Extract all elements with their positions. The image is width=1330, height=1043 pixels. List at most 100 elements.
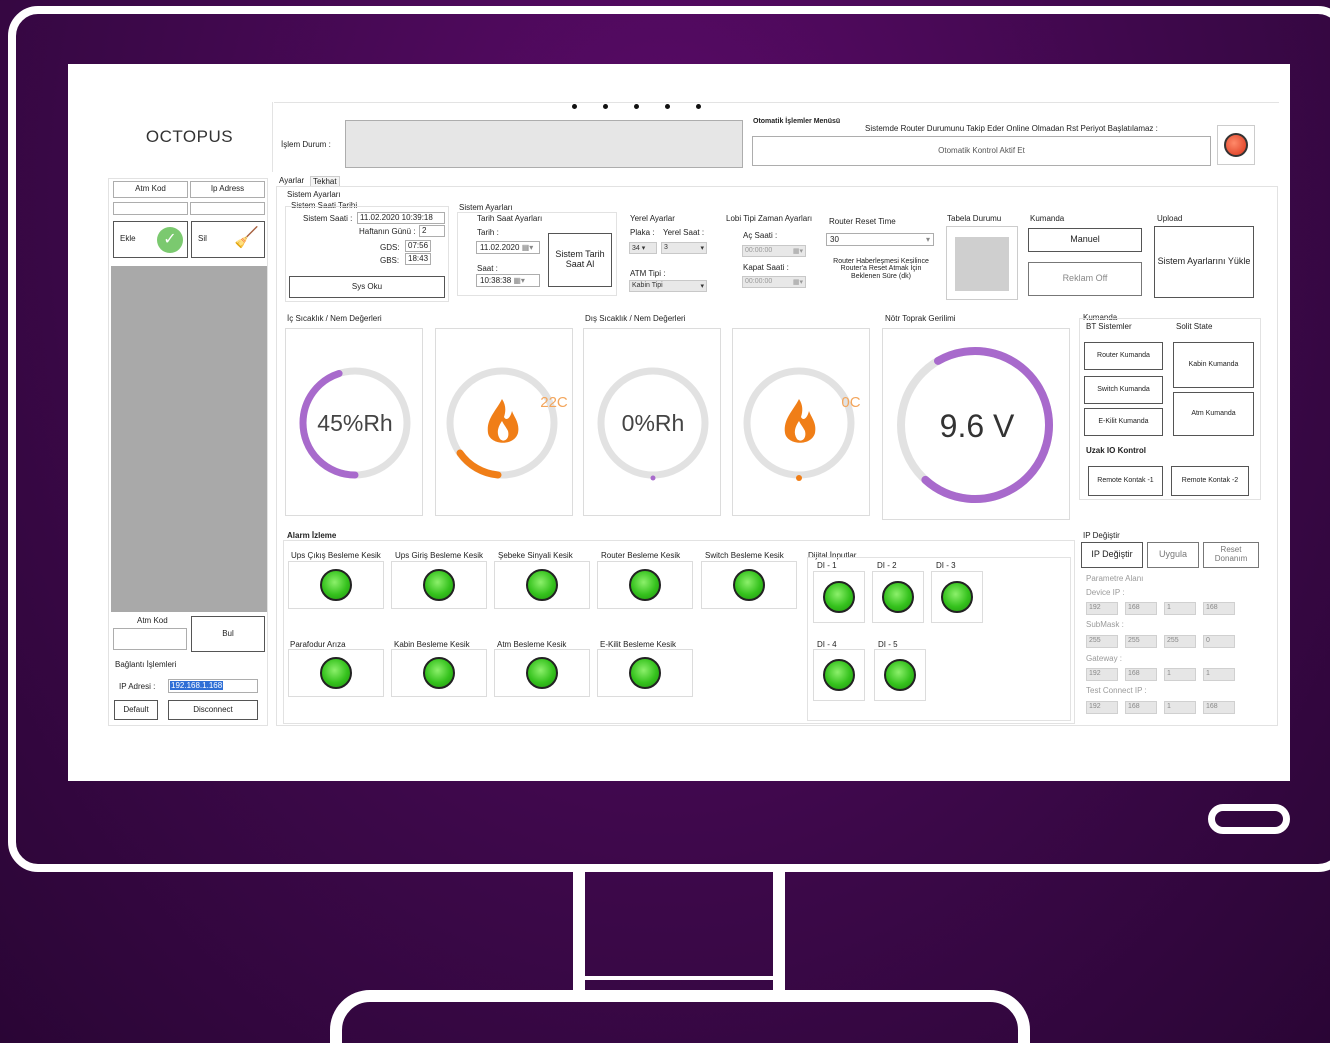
alarm-label-6: Kabin Besleme Kesik <box>394 640 470 649</box>
router-status-text: Sistemde Router Durumunu Takip Eder Onli… <box>865 124 1158 133</box>
di-1-led <box>813 571 865 623</box>
remote-kontak-1-button[interactable]: Remote Kontak -1 <box>1088 466 1163 496</box>
ac-saati-label: Aç Saati : <box>743 231 778 240</box>
disconnect-button[interactable]: Disconnect <box>168 700 258 720</box>
col-atm-kod[interactable]: Atm Kod <box>113 181 188 198</box>
uygula-button[interactable]: Uygula <box>1147 542 1199 568</box>
alarm-led-3 <box>597 561 693 609</box>
ekle-button[interactable]: Ekle ✓ <box>113 221 188 258</box>
sys-oku-button[interactable]: Sys Oku <box>289 276 445 298</box>
default-button[interactable]: Default <box>114 700 158 720</box>
tabela-box <box>946 226 1018 300</box>
device-ip-0[interactable]: 192 <box>1086 602 1118 615</box>
yerel-ayarlar-title: Yerel Ayarlar <box>630 214 675 223</box>
router-kumanda-button[interactable]: Router Kumanda <box>1084 342 1163 370</box>
plaka-select[interactable]: 34 ▾ <box>629 242 657 254</box>
gateway-3[interactable]: 1 <box>1203 668 1235 681</box>
gateway-2[interactable]: 1 <box>1164 668 1196 681</box>
sistem-tarih-saat-al-button[interactable]: Sistem Tarih Saat Al <box>548 233 612 287</box>
green-led-icon <box>320 657 352 689</box>
dis-nem-value: 0%Rh <box>622 410 685 436</box>
alarm-led-8 <box>597 649 693 697</box>
monitor-stand-neck <box>573 868 785 993</box>
atm-list[interactable] <box>111 266 267 612</box>
ac-saati-input[interactable]: 00:00:00 ▦▾ <box>742 245 806 257</box>
tarih-saat-label: Tarih Saat Ayarları <box>477 214 543 223</box>
atm-kod-search-input[interactable] <box>113 628 187 650</box>
device-ip-label: Device IP : <box>1086 588 1125 597</box>
col-ip-adres[interactable]: Ip Adress <box>190 181 265 198</box>
haftanin-gunu-label: Haftanın Günü : <box>359 227 416 236</box>
kabin-kumanda-button[interactable]: Kabin Kumanda <box>1173 342 1254 388</box>
ip-adresi-label: IP Adresi : <box>119 682 156 691</box>
test-ip-1[interactable]: 168 <box>1125 701 1157 714</box>
device-ip-1[interactable]: 168 <box>1125 602 1157 615</box>
plaka-label: Plaka : <box>630 228 655 237</box>
gateway-0[interactable]: 192 <box>1086 668 1118 681</box>
sistem-ayarlarini-yukle-button[interactable]: Sistem Ayarlarını Yükle <box>1154 226 1254 298</box>
ip-adres-input[interactable] <box>190 202 265 215</box>
gateway-1[interactable]: 168 <box>1125 668 1157 681</box>
otomatik-kontrol-button[interactable]: Otomatik Kontrol Aktif Et <box>752 136 1211 166</box>
green-led-icon <box>882 581 914 613</box>
reset-donanim-button[interactable]: Reset Donanım <box>1203 542 1259 568</box>
device-ip-3[interactable]: 168 <box>1203 602 1235 615</box>
submask-3[interactable]: 0 <box>1203 635 1235 648</box>
green-led-icon <box>423 569 455 601</box>
alarm-led-1 <box>391 561 487 609</box>
test-ip-0[interactable]: 192 <box>1086 701 1118 714</box>
router-reset-select[interactable]: 30 ▾ <box>826 233 934 246</box>
submask-0[interactable]: 255 <box>1086 635 1118 648</box>
reklam-off-button[interactable]: Reklam Off <box>1028 262 1142 296</box>
dis-nem-marker <box>650 475 656 481</box>
sil-button[interactable]: Sil 🧹 <box>191 221 265 258</box>
remote-kontak-2-button[interactable]: Remote Kontak -2 <box>1171 466 1249 496</box>
tarih-input[interactable]: 11.02.2020 ▦▾ <box>476 241 540 254</box>
di-3-led <box>931 571 983 623</box>
parametre-label: Parametre Alanı <box>1086 574 1144 583</box>
test-ip-3[interactable]: 168 <box>1203 701 1235 714</box>
gbs-value: 18:43 <box>405 253 431 265</box>
lobi-title: Lobi Tipi Zaman Ayarları <box>726 214 813 223</box>
test-ip-2[interactable]: 1 <box>1164 701 1196 714</box>
atm-kod-input[interactable] <box>113 202 188 215</box>
tarih-label: Tarih : <box>477 228 499 237</box>
ip-adresi-input[interactable]: 192.168.1.168 <box>168 679 258 693</box>
device-ip-2[interactable]: 1 <box>1164 602 1196 615</box>
di-2-led <box>872 571 924 623</box>
di-1-label: DI - 1 <box>817 561 837 570</box>
bul-button[interactable]: Bul <box>191 616 265 652</box>
alarm-led-6 <box>391 649 487 697</box>
yerel-saat-select[interactable]: 3 ▾ <box>661 242 707 254</box>
ekilit-kumanda-button[interactable]: E-Kilit Kumanda <box>1084 408 1163 436</box>
kapat-saati-input[interactable]: 00:00:00 ▦▾ <box>742 276 806 288</box>
green-led-icon <box>733 569 765 601</box>
sistem-saati-label: Sistem Saati : <box>303 214 353 223</box>
manuel-button[interactable]: Manuel <box>1028 228 1142 252</box>
spinner-icon: ▦▾ <box>513 276 525 285</box>
kapat-saati-label: Kapat Saati : <box>743 263 789 272</box>
alarm-label-2: Şebeke Sinyali Kesik <box>498 551 573 560</box>
notr-gauge: 9.6 V <box>882 328 1070 520</box>
ip-degistir-button[interactable]: IP Değiştir <box>1081 542 1143 568</box>
yerel-saat-label: Yerel Saat : <box>663 228 705 237</box>
alarm-title: Alarm İzleme <box>287 531 337 540</box>
submask-2[interactable]: 255 <box>1164 635 1196 648</box>
power-button-icon <box>1208 804 1290 834</box>
notr-gauge-svg: 9.6 V <box>897 347 1053 503</box>
ip-value: 192.168.1.168 <box>170 681 224 690</box>
dis-sicaklik-gauge: 0C <box>732 328 870 516</box>
plaka-value: 34 <box>632 245 640 252</box>
tab-ayarlar[interactable]: Ayarlar <box>279 176 304 185</box>
tarih-value: 11.02.2020 <box>480 243 520 252</box>
atm-kumanda-button[interactable]: Atm Kumanda <box>1173 392 1254 436</box>
switch-kumanda-button[interactable]: Switch Kumanda <box>1084 376 1163 404</box>
saat-input[interactable]: 10:38:38 ▦▾ <box>476 274 540 287</box>
dis-nem-gauge-svg: 0%Rh <box>597 367 709 481</box>
dis-nem-gauge: 0%Rh <box>583 328 721 516</box>
uzak-io-title: Uzak IO Kontrol <box>1086 446 1147 455</box>
gds-value: 07:56 <box>405 240 431 252</box>
submask-1[interactable]: 255 <box>1125 635 1157 648</box>
atm-tipi-select[interactable]: Kabin Tipi ▾ <box>629 280 707 292</box>
atm-tipi-label: ATM Tipi : <box>630 269 666 278</box>
